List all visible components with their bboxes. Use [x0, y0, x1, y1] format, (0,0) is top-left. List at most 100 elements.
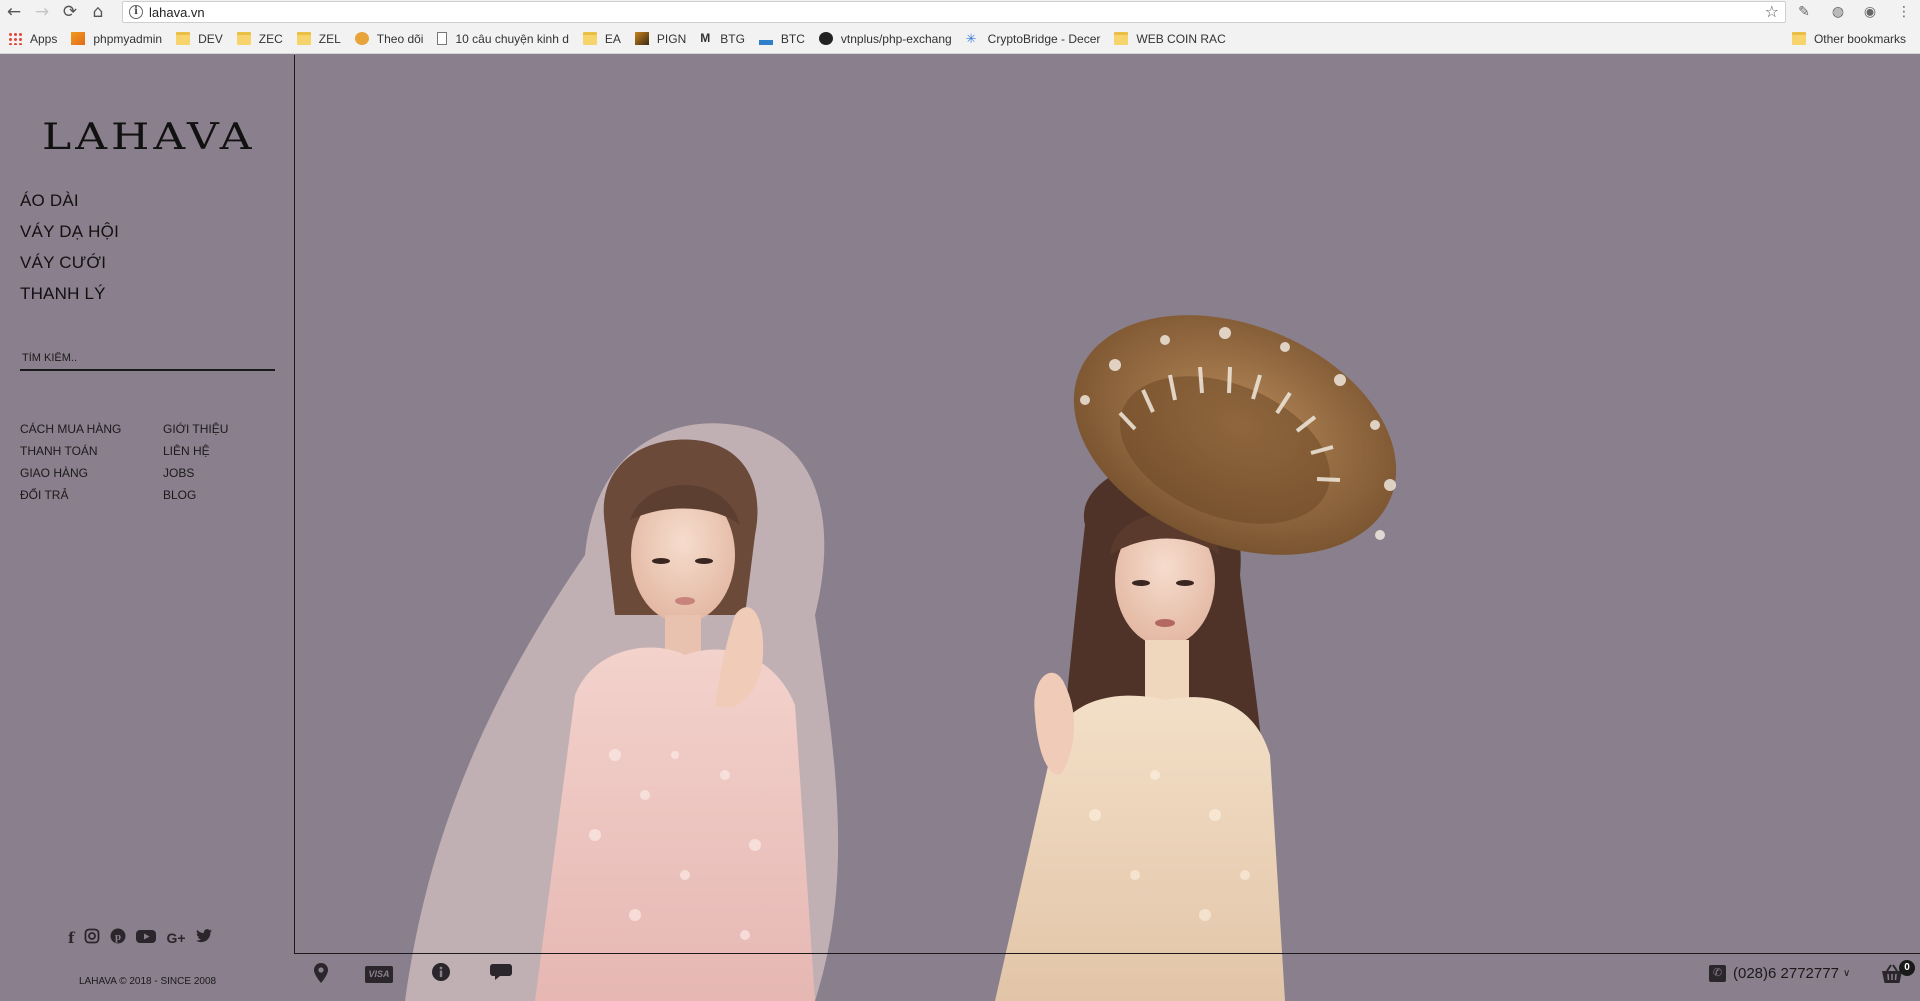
folder-icon — [236, 32, 251, 45]
link-blog[interactable]: BLOG — [163, 488, 263, 502]
hero-banner — [295, 55, 1920, 1001]
hero-image-models — [405, 315, 1397, 1001]
bookmark-zel[interactable]: ZEL — [296, 31, 341, 46]
social-links: f p G+ — [68, 928, 212, 948]
page-icon — [437, 32, 448, 45]
instagram-icon[interactable] — [84, 928, 100, 948]
bookmark-label: Theo dõi — [376, 31, 424, 46]
bookmark-phpmyadmin[interactable]: phpmyadmin — [71, 32, 162, 46]
bookmark-ea[interactable]: EA — [582, 31, 621, 46]
address-bar[interactable]: i lahava.vn ☆ — [122, 1, 1786, 23]
link-giao-hang[interactable]: GIAO HÀNG — [20, 466, 163, 480]
link-doi-tra[interactable]: ĐỔI TRẢ — [20, 488, 163, 502]
apps-icon — [8, 32, 22, 45]
github-icon — [818, 32, 833, 45]
bookmark-label: 10 câu chuyện kinh d — [455, 31, 569, 46]
site-info-icon[interactable]: i — [129, 5, 143, 19]
phone-number: (028)6 2772777 — [1733, 965, 1839, 982]
cart-count-badge: 0 — [1899, 960, 1915, 976]
bookmark-zec[interactable]: ZEC — [236, 31, 283, 46]
copyright-text: LAHAVA © 2018 - SINCE 2008 — [79, 976, 217, 987]
logo-text: LAHAVA — [42, 116, 256, 158]
chevron-down-icon: ∨ — [1842, 968, 1851, 979]
nav-item-thanh-ly[interactable]: THANH LÝ — [20, 278, 119, 309]
location-pin-icon[interactable] — [314, 963, 328, 988]
sidebar: LAHAVA ÁO DÀI VÁY DẠ HỘI VÁY CƯỚI THANH … — [0, 55, 294, 1001]
chat-bubble-icon[interactable] — [490, 963, 512, 986]
folder-icon — [1114, 32, 1129, 45]
bookmark-dev[interactable]: DEV — [176, 32, 223, 46]
bookmark-label: ZEC — [258, 31, 283, 46]
bookmark-label: EA — [604, 31, 621, 46]
bookmark-label: Apps — [30, 31, 58, 46]
svg-text:p: p — [115, 931, 121, 943]
twitter-icon[interactable] — [195, 929, 212, 947]
image-icon — [634, 32, 649, 45]
link-thanh-toan[interactable]: THANH TOÁN — [20, 444, 163, 458]
pinterest-icon[interactable]: p — [110, 928, 126, 948]
profile-extension-icon[interactable]: ◉ — [1860, 2, 1880, 22]
back-button[interactable]: ← — [0, 0, 28, 24]
chart-icon — [758, 32, 773, 45]
forward-button[interactable]: → — [28, 0, 56, 24]
facebook-icon[interactable]: f — [68, 929, 74, 947]
bookmark-label: CryptoBridge - Decer — [987, 31, 1101, 46]
link-gioi-thieu[interactable]: GIỚI THIỆU — [163, 422, 263, 436]
bookmark-story[interactable]: 10 câu chuyện kinh d — [437, 31, 569, 46]
bookmark-cryptobridge[interactable]: ✳ CryptoBridge - Decer — [966, 32, 1101, 46]
folder-icon — [296, 32, 311, 45]
coin-icon — [354, 32, 369, 45]
bookmark-label: DEV — [198, 31, 223, 46]
visa-payment-icon[interactable]: VISA — [365, 966, 393, 983]
nav-item-vay-cuoi[interactable]: VÁY CƯỚI — [20, 247, 119, 278]
bookmark-label: vtnplus/php-exchang — [840, 31, 952, 46]
bookmark-label: BTG — [720, 31, 745, 46]
link-lien-he[interactable]: LIÊN HỆ — [163, 444, 263, 458]
folder-icon — [176, 32, 191, 45]
search-input[interactable] — [20, 347, 275, 369]
bookmark-pign[interactable]: PIGN — [634, 31, 687, 46]
footer-divider — [294, 953, 1920, 954]
reload-button[interactable]: ⟳ — [56, 0, 84, 24]
google-plus-icon[interactable]: G+ — [166, 930, 185, 946]
bookmark-web-coin-rac[interactable]: WEB COIN RAC — [1114, 31, 1226, 46]
folder-icon — [1791, 32, 1806, 45]
globe-extension-icon[interactable]: ◍ — [1828, 2, 1848, 22]
browser-toolbar: ← → ⟳ ⌂ i lahava.vn ☆ ✎ ◍ ◉ ⋮ — [0, 0, 1920, 24]
bookmark-github[interactable]: vtnplus/php-exchang — [818, 31, 952, 46]
phpmyadmin-icon — [71, 32, 86, 45]
sidebar-divider — [294, 55, 295, 953]
snowflake-icon: ✳ — [965, 31, 977, 46]
bookmarks-bar: Apps phpmyadmin DEV ZEC ZEL Theo dõi 10 … — [0, 24, 1920, 54]
bookmark-label: BTC — [780, 31, 805, 46]
eyedropper-extension-icon[interactable]: ✎ — [1794, 2, 1814, 22]
nav-item-ao-dai[interactable]: ÁO DÀI — [20, 185, 119, 216]
link-jobs[interactable]: JOBS — [163, 466, 263, 480]
home-button[interactable]: ⌂ — [84, 0, 112, 24]
bookmark-theo-doi[interactable]: Theo dõi — [354, 31, 424, 46]
link-cach-mua-hang[interactable]: CÁCH MUA HÀNG — [20, 422, 163, 436]
other-bookmarks[interactable]: Other bookmarks — [1791, 31, 1906, 46]
menu-icon[interactable]: ⋮ — [1894, 2, 1914, 22]
bookmark-label: ZEL — [318, 31, 341, 46]
bookmark-label: WEB COIN RAC — [1136, 31, 1226, 46]
bookmark-label: PIGN — [656, 31, 687, 46]
main-navigation: ÁO DÀI VÁY DẠ HỘI VÁY CƯỚI THANH LÝ — [20, 185, 119, 309]
phone-dropdown[interactable]: ✆ (028)6 2772777 ∨ — [1709, 965, 1850, 982]
nav-item-vay-da-hoi[interactable]: VÁY DẠ HỘI — [20, 216, 119, 247]
bookmark-btc[interactable]: BTC — [758, 31, 805, 46]
site-logo[interactable]: LAHAVA — [42, 107, 252, 158]
bookmark-label: phpmyadmin — [93, 31, 163, 46]
folder-icon — [582, 32, 597, 45]
url-text[interactable]: lahava.vn — [149, 5, 205, 20]
info-circle-icon[interactable] — [432, 963, 450, 986]
info-links: CÁCH MUA HÀNG GIỚI THIỆU THANH TOÁN LIÊN… — [20, 422, 263, 502]
bookmark-star-icon[interactable]: ☆ — [1765, 2, 1779, 22]
website: LAHAVA ÁO DÀI VÁY DẠ HỘI VÁY CƯỚI THANH … — [0, 55, 1920, 1001]
bookmark-btg[interactable]: M BTG — [700, 32, 745, 46]
search-box — [20, 347, 275, 371]
bookmark-label: Other bookmarks — [1813, 31, 1906, 46]
youtube-icon[interactable] — [136, 929, 157, 948]
phone-icon: ✆ — [1709, 965, 1726, 982]
bookmark-apps[interactable]: Apps — [8, 32, 57, 46]
